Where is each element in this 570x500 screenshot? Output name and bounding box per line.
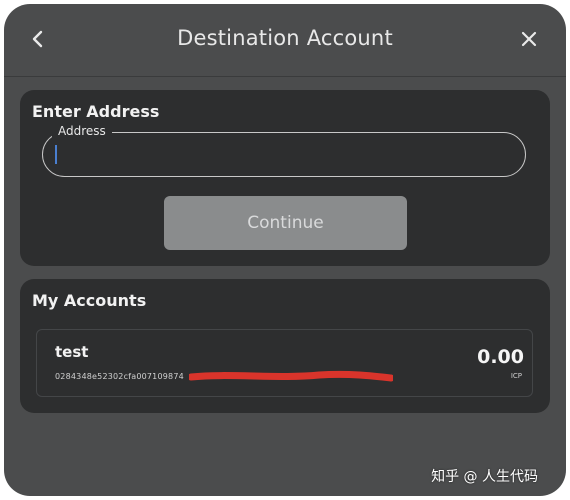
account-balance: 0.00	[477, 346, 524, 368]
my-accounts-heading: My Accounts	[32, 291, 147, 310]
account-unit: ICP	[510, 372, 522, 380]
close-icon	[521, 31, 537, 47]
enter-address-card: Enter Address Address Continue	[20, 90, 550, 266]
account-row[interactable]: test 0284348e52302cfa007109874 0.00 ICP	[36, 329, 533, 397]
enter-address-heading: Enter Address	[32, 102, 160, 121]
address-field-label: Address	[52, 124, 112, 138]
my-accounts-card: My Accounts test 0284348e52302cfa0071098…	[20, 279, 550, 413]
text-caret	[55, 145, 57, 164]
address-input[interactable]	[42, 132, 526, 177]
redaction-mark	[189, 370, 393, 382]
page-title: Destination Account	[177, 26, 393, 50]
continue-button[interactable]: Continue	[164, 196, 407, 250]
destination-account-modal: Destination Account Enter Address Addres…	[4, 4, 566, 496]
account-name: test	[55, 343, 89, 361]
watermark: 知乎 @ 人生代码	[431, 469, 538, 485]
modal-header: Destination Account	[4, 4, 566, 77]
close-button[interactable]	[516, 26, 542, 52]
account-address: 0284348e52302cfa007109874	[55, 372, 184, 381]
